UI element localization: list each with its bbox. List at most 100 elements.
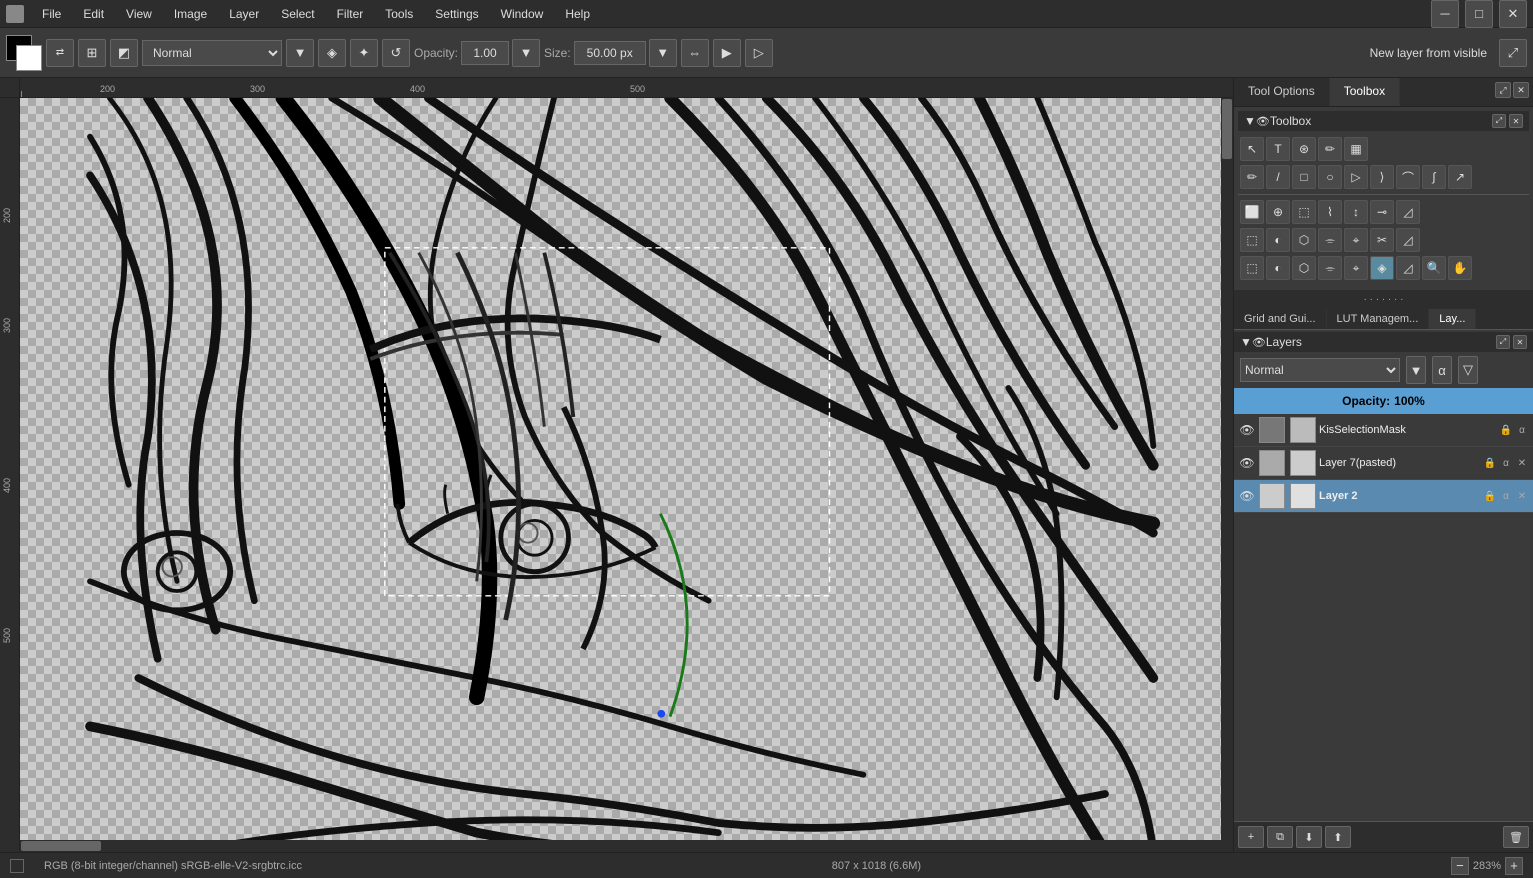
tool-cage[interactable]: ◿ <box>1396 200 1420 224</box>
tool-bezier[interactable]: ⟩ <box>1370 165 1394 189</box>
layer-2-alpha-icon[interactable]: α <box>1499 489 1513 503</box>
layer-1-alpha-icon[interactable]: α <box>1499 456 1513 470</box>
layer-mode-dropdown[interactable]: ▼ <box>1406 356 1426 384</box>
layer-item-1[interactable]: 👁 Layer 7(pasted) 🔒 α ✕ <box>1234 447 1533 480</box>
layers-delete-btn[interactable]: 🗑 <box>1503 826 1529 848</box>
color-swatches[interactable] <box>6 35 42 71</box>
blend-mode-select[interactable]: Normal <box>142 40 282 66</box>
menu-edit[interactable]: Edit <box>79 5 108 23</box>
opacity-input[interactable] <box>461 41 509 65</box>
swap-colors-icon[interactable]: ⇄ <box>46 39 74 67</box>
menu-view[interactable]: View <box>122 5 156 23</box>
layer-0-visibility[interactable]: 👁 <box>1238 421 1256 439</box>
tool-heal[interactable]: ⌯ <box>1318 256 1342 280</box>
menu-help[interactable]: Help <box>561 5 594 23</box>
tool-rect[interactable]: □ <box>1292 165 1316 189</box>
tool-free-sel[interactable]: ◈ <box>1370 256 1394 280</box>
tool-arc[interactable]: ⌒ <box>1396 165 1420 189</box>
layer-alpha-lock[interactable]: α <box>1432 356 1452 384</box>
menu-window[interactable]: Window <box>497 5 548 23</box>
tab-grid-gui[interactable]: Grid and Gui... <box>1234 309 1327 329</box>
mirror-h-button[interactable]: ⇔ <box>681 39 709 67</box>
status-checkbox[interactable] <box>10 859 24 873</box>
menu-file[interactable]: File <box>38 5 65 23</box>
tool-scale[interactable]: ↕ <box>1344 200 1368 224</box>
mode-dropdown-btn[interactable]: ▼ <box>286 39 314 67</box>
tool-pan[interactable]: ✋ <box>1448 256 1472 280</box>
layers-new-btn[interactable]: + <box>1238 826 1264 848</box>
tool-sel-ellipse[interactable]: ◐ <box>1266 228 1290 252</box>
tool-transform[interactable]: ⬜ <box>1240 200 1264 224</box>
tab-lut-mgmt[interactable]: LUT Managem... <box>1327 309 1430 329</box>
window-close[interactable]: ✕ <box>1499 0 1527 28</box>
layers-dup-btn[interactable]: ⧉ <box>1267 826 1293 848</box>
horizontal-scroll-thumb[interactable] <box>21 841 101 851</box>
size-dropdown[interactable]: ▼ <box>649 39 677 67</box>
menu-image[interactable]: Image <box>170 5 211 23</box>
zoom-in-btn[interactable]: + <box>1505 857 1523 875</box>
canvas-container[interactable] <box>20 98 1233 852</box>
menu-filter[interactable]: Filter <box>333 5 368 23</box>
layer-1-lock-icon[interactable]: 🔒 <box>1483 456 1497 470</box>
vertical-scrollbar[interactable] <box>1221 98 1233 852</box>
menu-tools[interactable]: Tools <box>381 5 417 23</box>
size-input[interactable] <box>574 41 646 65</box>
tool-sel-scissors[interactable]: ✂ <box>1370 228 1394 252</box>
tool-pattern[interactable]: ▦ <box>1344 137 1368 161</box>
toolbox-pin-btn[interactable]: ⤢ <box>1492 114 1506 128</box>
layers-down-btn[interactable]: ⬇ <box>1296 826 1322 848</box>
layer-0-alpha-icon[interactable]: α <box>1515 423 1529 437</box>
horizontal-scrollbar[interactable] <box>20 840 1221 852</box>
toolbox-x-btn[interactable]: ✕ <box>1509 114 1523 128</box>
tab-toolbox[interactable]: Toolbox <box>1330 78 1400 106</box>
menu-layer[interactable]: Layer <box>225 5 263 23</box>
tool-zoom[interactable]: 🔍 <box>1422 256 1446 280</box>
layers-pin-btn[interactable]: ⤢ <box>1496 335 1510 349</box>
fill-button[interactable]: ✦ <box>350 39 378 67</box>
mirror-v-button[interactable]: ▶ <box>713 39 741 67</box>
tab-tool-options[interactable]: Tool Options <box>1234 78 1330 106</box>
tool-airbrush[interactable]: ↗ <box>1448 165 1472 189</box>
tool-preset-button[interactable]: ◩ <box>110 39 138 67</box>
tool-fuzzy-sel[interactable]: ⬚ <box>1240 256 1264 280</box>
tool-text[interactable]: T <box>1266 137 1290 161</box>
zoom-out-btn[interactable]: − <box>1451 857 1469 875</box>
opacity-dropdown[interactable]: ▼ <box>512 39 540 67</box>
tool-sel-by-color[interactable]: ⌖ <box>1344 228 1368 252</box>
vertical-scroll-thumb[interactable] <box>1222 99 1232 159</box>
layer-2-extra-icon[interactable]: ✕ <box>1515 489 1529 503</box>
layer-filter-btn[interactable]: ▽ <box>1458 356 1478 384</box>
tool-eraser[interactable]: ◿ <box>1396 256 1420 280</box>
layer-mode-select[interactable]: Normal <box>1240 358 1400 382</box>
grid-view-button[interactable]: ⊞ <box>78 39 106 67</box>
menu-select[interactable]: Select <box>277 5 318 23</box>
tool-perspective[interactable]: ⊸ <box>1370 200 1394 224</box>
tool-path[interactable]: ⊛ <box>1292 137 1316 161</box>
toolbox-collapse-icon[interactable]: ▼ <box>1244 114 1256 128</box>
tool-polygon[interactable]: ▷ <box>1344 165 1368 189</box>
tool-iscissors[interactable]: ⬡ <box>1292 256 1316 280</box>
layer-0-lock-icon[interactable]: 🔒 <box>1499 423 1513 437</box>
tool-pencil[interactable]: ✏ <box>1318 137 1342 161</box>
tool-line[interactable]: / <box>1266 165 1290 189</box>
layer-1-extra-icon[interactable]: ✕ <box>1515 456 1529 470</box>
toolbar-expand[interactable]: ⤢ <box>1499 39 1527 67</box>
tool-spiral[interactable]: ∫ <box>1422 165 1446 189</box>
menu-settings[interactable]: Settings <box>431 5 482 23</box>
tool-sel-rect[interactable]: ⬚ <box>1240 228 1264 252</box>
tool-move[interactable]: ⊕ <box>1266 200 1290 224</box>
tool-ellipse[interactable]: ○ <box>1318 165 1342 189</box>
tool-sel-fuzzy[interactable]: ⌯ <box>1318 228 1342 252</box>
window-minimize[interactable]: ─ <box>1431 0 1459 28</box>
tool-warp[interactable]: ⬚ <box>1292 200 1316 224</box>
erase-button[interactable]: ◈ <box>318 39 346 67</box>
layer-item-2[interactable]: 👁 Layer 2 🔒 α ✕ <box>1234 480 1533 513</box>
layers-up-btn[interactable]: ⬆ <box>1325 826 1351 848</box>
panel-dock-btn[interactable]: ⤢ <box>1495 82 1511 98</box>
tool-shear[interactable]: ⌇ <box>1318 200 1342 224</box>
extra-button[interactable]: ▷ <box>745 39 773 67</box>
tool-path-sel[interactable]: ◐ <box>1266 256 1290 280</box>
layer-opacity-row[interactable]: Opacity: 100% <box>1234 388 1533 414</box>
tool-arrow[interactable]: ↖ <box>1240 137 1264 161</box>
layers-collapse-icon[interactable]: ▼ <box>1240 335 1252 349</box>
